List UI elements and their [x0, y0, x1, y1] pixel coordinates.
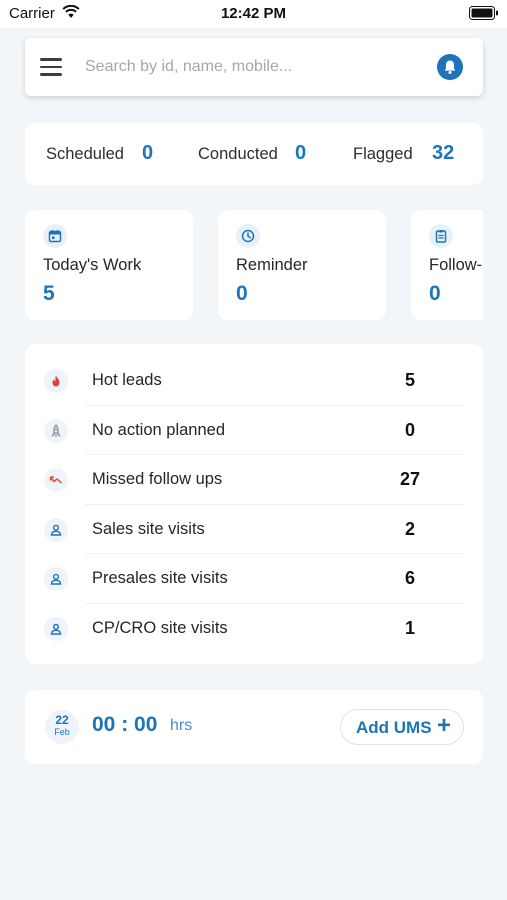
list-item-no-action-planned[interactable]: No action planned 0 [25, 406, 483, 456]
list-item-count: 27 [399, 469, 421, 490]
conducted-label: Conducted [198, 145, 278, 163]
list-item-presales-site-visits[interactable]: Presales site visits 6 [25, 554, 483, 604]
menu-icon[interactable] [40, 58, 62, 76]
list-item-missed-follow-ups[interactable]: Missed follow ups 27 [25, 455, 483, 505]
list-item-count: 0 [404, 419, 415, 440]
list-item-label: Presales site visits [92, 569, 228, 588]
clock-time: 12:42 PM [220, 5, 287, 22]
calendar-icon [43, 224, 67, 248]
plus-icon: + [436, 712, 451, 739]
clock-icon [236, 224, 260, 248]
battery-icon [469, 6, 499, 20]
search-input[interactable] [85, 52, 405, 82]
scheduled-label: Scheduled [46, 145, 124, 163]
todays-work-count: 5 [43, 282, 55, 305]
ums-timer-card: 22 Feb 00 : 00 hrs Add UMS + [25, 690, 483, 764]
status-bar: Carrier 12:42 PM [0, 0, 507, 28]
list-item-count: 5 [404, 370, 415, 390]
timer-unit: hrs [170, 717, 193, 734]
add-ums-button[interactable]: Add UMS + [340, 709, 464, 745]
list-item-count: 2 [404, 518, 415, 539]
flagged-count[interactable]: 32 [432, 142, 454, 165]
person-icon [44, 617, 68, 641]
notification-bell-icon[interactable] [437, 54, 463, 80]
person-icon [44, 567, 68, 592]
leads-summary-list: Hot leads 5 No action planned 0 Missed f… [25, 344, 483, 664]
list-item-hot-leads[interactable]: Hot leads 5 [25, 356, 483, 406]
follow-up-card[interactable]: Follow- 0 [411, 210, 483, 320]
reminder-count: 0 [236, 282, 248, 305]
meeting-stats: Scheduled 0 Conducted 0 Flagged 32 [25, 123, 483, 185]
person-icon [44, 517, 68, 542]
follow-up-label: Follow- [429, 256, 483, 274]
ums-timer: 00 : 00 [92, 713, 158, 736]
date-month: Feb [54, 727, 70, 737]
clipboard-icon [429, 224, 453, 248]
add-ums-label: Add UMS [356, 718, 432, 737]
reminder-label: Reminder [236, 256, 308, 274]
list-item-label: No action planned [92, 420, 226, 439]
scheduled-count[interactable]: 0 [142, 142, 153, 165]
todays-work-label: Today's Work [43, 256, 142, 274]
list-item-label: Hot leads [92, 371, 162, 389]
follow-up-count: 0 [429, 282, 441, 305]
date-day: 22 [55, 713, 69, 727]
conducted-count[interactable]: 0 [295, 142, 306, 165]
list-item-sales-site-visits[interactable]: Sales site visits 2 [25, 505, 483, 555]
flame-icon [44, 369, 68, 393]
list-item-label: Missed follow ups [92, 470, 223, 489]
date-badge: 22 Feb [45, 710, 79, 744]
list-item-cp-cro-site-visits[interactable]: CP/CRO site visits 1 [25, 604, 483, 654]
todays-work-card[interactable]: Today's Work 5 [25, 210, 193, 320]
list-item-label: Sales site visits [92, 519, 205, 538]
list-item-count: 1 [404, 618, 415, 638]
list-item-count: 6 [404, 568, 415, 589]
reminder-card[interactable]: Reminder 0 [218, 210, 386, 320]
flagged-label: Flagged [353, 145, 413, 163]
missed-call-icon [44, 468, 68, 493]
rocket-icon [44, 418, 68, 443]
list-item-label: CP/CRO site visits [92, 619, 228, 637]
search-bar [25, 38, 483, 96]
